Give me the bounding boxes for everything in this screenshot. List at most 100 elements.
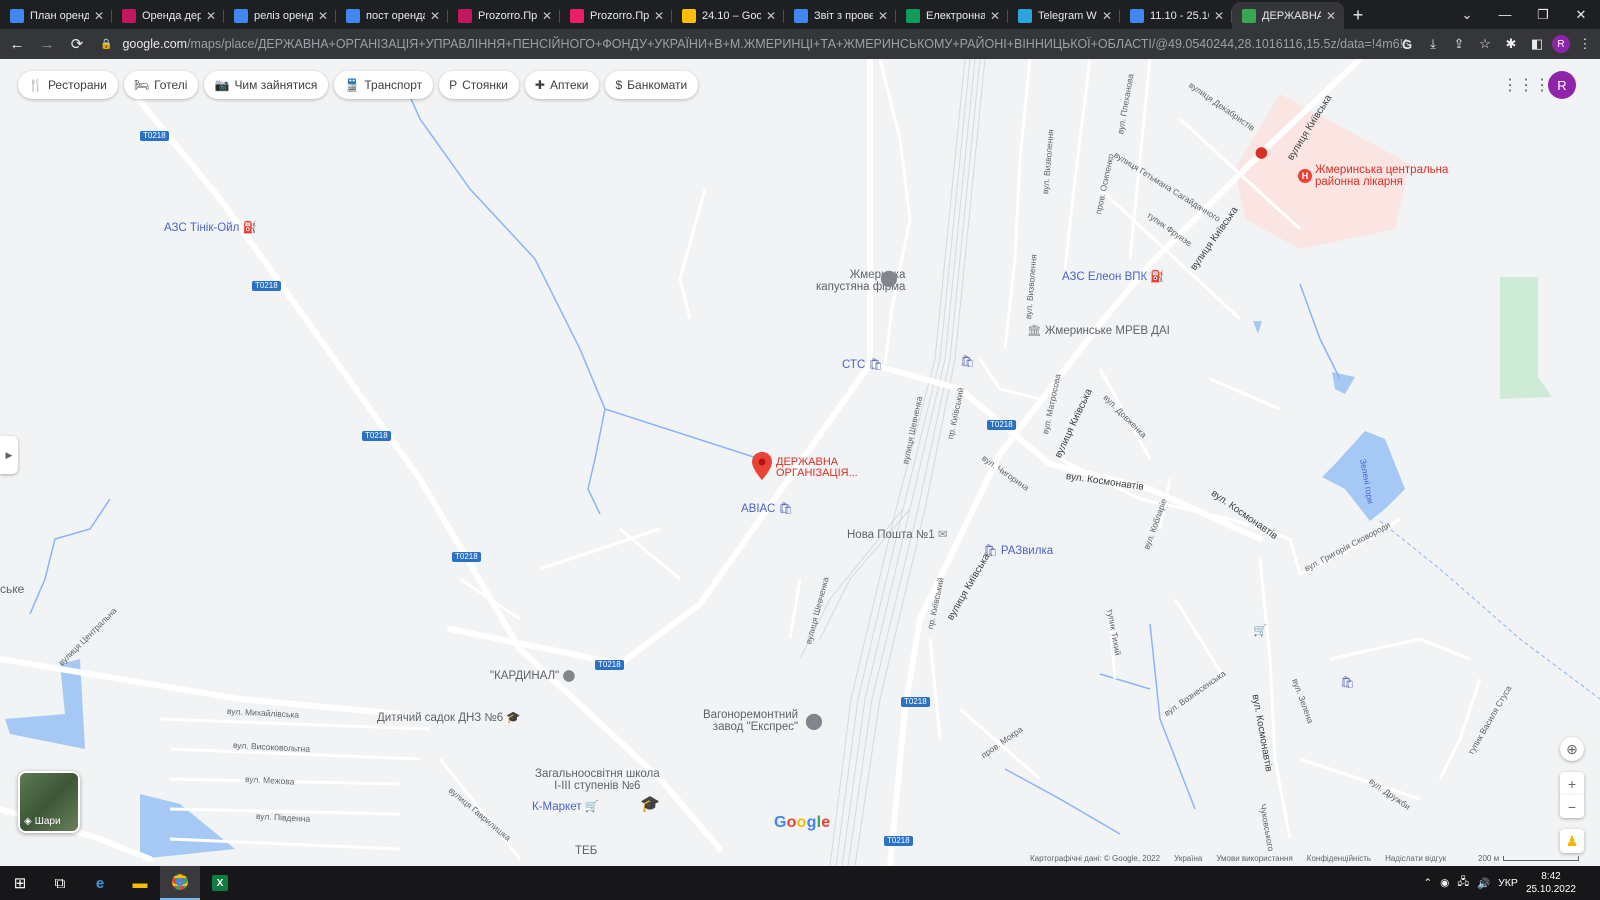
expand-side-panel-button[interactable]: ▶ bbox=[0, 436, 18, 474]
minimize-button[interactable]: — bbox=[1486, 0, 1524, 29]
pegman-button[interactable]: ♟ bbox=[1560, 829, 1584, 853]
account-avatar[interactable]: R bbox=[1548, 71, 1576, 99]
poi-avias[interactable]: АВІАС 🛍 bbox=[741, 503, 793, 515]
tab-close-icon[interactable]: ✕ bbox=[652, 9, 666, 23]
attribution-link[interactable]: Надіслати відгук bbox=[1385, 854, 1446, 866]
attribution-link[interactable]: Конфіденційність bbox=[1307, 854, 1371, 866]
scale-bar[interactable]: 200 м bbox=[1478, 854, 1580, 863]
parking-icon: P bbox=[449, 78, 458, 92]
lock-icon: 🔒 bbox=[100, 38, 113, 50]
poi-vagon[interactable]: Вагоноремонтний завод "Експрес" bbox=[703, 709, 798, 733]
browser-tab[interactable]: пост оренда ✕ bbox=[336, 2, 448, 29]
tab-close-icon[interactable]: ✕ bbox=[1324, 9, 1338, 23]
tab-close-icon[interactable]: ✕ bbox=[316, 9, 330, 23]
browser-menu-icon[interactable]: ⋮ bbox=[1574, 33, 1596, 55]
poi-school[interactable]: Загальноосвітня школа I-III ступенів №6 bbox=[535, 768, 660, 792]
poi-dnz6[interactable]: Дитячий садок ДНЗ №6 🎓 bbox=[377, 712, 521, 724]
category-chip[interactable]: P Стоянки bbox=[439, 71, 519, 99]
category-chip[interactable]: 🛏 Готелі bbox=[123, 71, 199, 99]
poi-kmarket[interactable]: К-Маркет 🛒 bbox=[532, 801, 599, 813]
poi-mrev[interactable]: 🏛 Жмеринське МРЕВ ДАІ bbox=[1027, 325, 1170, 337]
install-app-icon[interactable]: ⤓ bbox=[1422, 33, 1444, 55]
layers-button[interactable]: ◈ Шари bbox=[18, 771, 80, 833]
poi-shop-east[interactable]: 🛒 bbox=[1253, 625, 1267, 637]
task-view-icon[interactable]: ⧉ bbox=[40, 866, 80, 900]
map-canvas[interactable]: 🍴 Ресторани 🛏 Готелі 📷 Чим зайнятися 🚆 Транспор… bbox=[0, 59, 1600, 866]
tab-close-icon[interactable]: ✕ bbox=[204, 9, 218, 23]
tab-close-icon[interactable]: ✕ bbox=[92, 9, 106, 23]
browser-tab[interactable]: Оренда держ✕ bbox=[112, 2, 224, 29]
category-chip[interactable]: ✚ Аптеки bbox=[524, 71, 600, 99]
browser-tab[interactable]: Telegram Wel✕ bbox=[1008, 2, 1120, 29]
poi-azs-tinik[interactable]: АЗС Тінік-Ойл ⛽ bbox=[164, 222, 257, 234]
poi-razvilka[interactable]: 🛍 РАЗвилка bbox=[983, 545, 1053, 557]
poi-shop[interactable]: 🛍 bbox=[960, 356, 975, 368]
network-icon[interactable]: 🖧 bbox=[1457, 874, 1469, 892]
poi-nova-poshta[interactable]: Нова Пошта №1 ✉ bbox=[847, 529, 947, 541]
poi-sts[interactable]: СТС 🛍 bbox=[842, 359, 883, 371]
language-indicator[interactable]: УКР bbox=[1498, 877, 1518, 889]
tab-close-icon[interactable]: ✕ bbox=[988, 9, 1002, 23]
close-window-button[interactable]: ✕ bbox=[1562, 0, 1600, 29]
my-location-button[interactable]: ⊕ bbox=[1560, 737, 1584, 761]
browser-tab[interactable]: Звіт з провед✕ bbox=[784, 2, 896, 29]
attribution-link[interactable]: Умови використання bbox=[1216, 854, 1292, 866]
side-panel-icon[interactable]: ◧ bbox=[1526, 33, 1548, 55]
poi-azs-eleon[interactable]: АЗС Елеон ВПК ⛽ bbox=[1062, 271, 1165, 283]
back-button[interactable]: ← bbox=[4, 31, 30, 57]
share-icon[interactable]: ⇪ bbox=[1448, 33, 1470, 55]
forward-button[interactable]: → bbox=[34, 31, 60, 57]
poi-kardinal[interactable]: "КАРДИНАЛ" ⬤ bbox=[490, 670, 575, 682]
browser-tab[interactable]: 24.10 – Goog✕ bbox=[672, 2, 784, 29]
app-tray-icon[interactable]: ◉ bbox=[1440, 877, 1449, 889]
bookmark-star-icon[interactable]: ☆ bbox=[1474, 33, 1496, 55]
tab-close-icon[interactable]: ✕ bbox=[1100, 9, 1114, 23]
browser-tab[interactable]: 11.10 - 25.10 ✕ bbox=[1120, 2, 1232, 29]
browser-tab[interactable]: План оренди✕ bbox=[0, 2, 112, 29]
poi-shop-east2[interactable]: 🛍 bbox=[1340, 677, 1355, 689]
tab-close-icon[interactable]: ✕ bbox=[428, 9, 442, 23]
new-tab-button[interactable]: + bbox=[1344, 2, 1372, 29]
camera-icon: 📷 bbox=[214, 78, 230, 92]
selected-place-label[interactable]: ДЕРЖАВНА ОРГАНІЗАЦІЯ... bbox=[776, 457, 858, 479]
category-chip[interactable]: 🍴 Ресторани bbox=[18, 71, 118, 99]
address-bar[interactable]: 🔒 google.com/maps/place/ДЕРЖАВНА+ОРГАНІЗ… bbox=[92, 32, 1408, 56]
clock[interactable]: 8:42 25.10.2022 bbox=[1526, 870, 1576, 896]
browser-toolbar: ← → ⟳ 🔒 google.com/maps/place/ДЕРЖАВНА+О… bbox=[0, 29, 1600, 59]
zoom-out-button[interactable]: − bbox=[1560, 795, 1584, 818]
tab-title: 11.10 - 25.10 bbox=[1150, 9, 1209, 22]
profile-avatar[interactable]: R bbox=[1552, 35, 1570, 53]
tab-close-icon[interactable]: ✕ bbox=[540, 9, 554, 23]
google-lens-icon[interactable]: G bbox=[1396, 33, 1418, 55]
volume-icon[interactable]: 🔊 bbox=[1477, 877, 1490, 890]
edge-icon[interactable]: e bbox=[80, 866, 120, 900]
sheets-icon bbox=[906, 8, 920, 23]
windows-start-icon[interactable]: ⊞ bbox=[0, 866, 40, 900]
tab-close-icon[interactable]: ✕ bbox=[764, 9, 778, 23]
browser-tab[interactable]: ДЕРЖАВНА С✕ bbox=[1232, 2, 1344, 29]
file-explorer-icon[interactable]: ▬ bbox=[120, 866, 160, 900]
poi-hospital[interactable]: H Жмеринська центральна районна лікарня bbox=[1298, 164, 1448, 188]
browser-tab[interactable]: Електронна т✕ bbox=[896, 2, 1008, 29]
browser-tab[interactable]: реліз оренда✕ bbox=[224, 2, 336, 29]
show-hidden-icons[interactable]: ⌃ bbox=[1423, 877, 1432, 889]
browser-tab[interactable]: Prozorro.Про ✕ bbox=[448, 2, 560, 29]
attribution-link[interactable]: Україна bbox=[1174, 854, 1202, 866]
zoom-in-button[interactable]: + bbox=[1560, 772, 1584, 795]
category-chip[interactable]: $ Банкомати bbox=[605, 71, 699, 99]
category-chip[interactable]: 📷 Чим зайнятися bbox=[204, 71, 329, 99]
chrome-icon[interactable] bbox=[160, 866, 200, 900]
tab-close-icon[interactable]: ✕ bbox=[876, 9, 890, 23]
stream-south-branch bbox=[1099, 673, 1151, 690]
google-apps-icon[interactable]: ⋮⋮⋮ bbox=[1502, 73, 1550, 97]
tab-close-icon[interactable]: ✕ bbox=[1212, 9, 1226, 23]
browser-tab[interactable]: Prozorro.Про ✕ bbox=[560, 2, 672, 29]
reload-button[interactable]: ⟳ bbox=[64, 31, 90, 57]
restore-button[interactable]: ❐ bbox=[1524, 0, 1562, 29]
excel-icon[interactable]: X bbox=[200, 866, 240, 900]
tab-search-icon[interactable]: ⌄ bbox=[1448, 0, 1486, 29]
extensions-icon[interactable]: ✱ bbox=[1500, 33, 1522, 55]
transit-icon: 🚆 bbox=[344, 78, 360, 92]
poi-hospital-pin[interactable]: ⬤ bbox=[1255, 147, 1268, 159]
category-chip[interactable]: 🚆 Транспорт bbox=[334, 71, 434, 99]
